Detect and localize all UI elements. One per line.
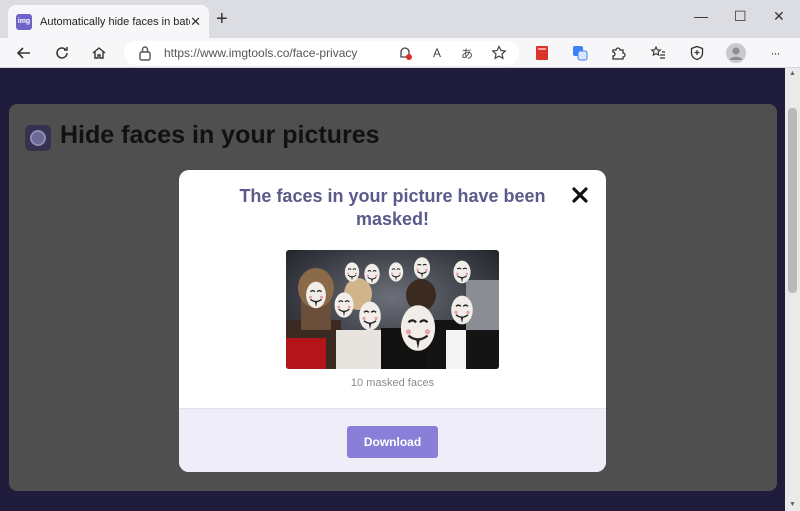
page-viewport: Hide faces in your pictures The faces in… (0, 68, 785, 511)
masked-result-dialog: The faces in your picture have been mask… (179, 170, 606, 472)
scroll-down-arrow-icon[interactable]: ▼ (785, 499, 800, 511)
dialog-footer: Download (179, 408, 606, 472)
scroll-up-arrow-icon[interactable]: ▲ (785, 68, 800, 80)
home-icon[interactable] (89, 43, 109, 63)
dialog-title: The faces in your picture have been mask… (239, 186, 546, 229)
read-aloud-icon[interactable]: A (428, 44, 446, 62)
browser-essentials-icon[interactable] (687, 43, 707, 63)
masked-photo-preview (286, 250, 499, 369)
address-bar[interactable]: A あ (124, 41, 519, 65)
translate-icon[interactable]: あ (458, 44, 476, 62)
download-button[interactable]: Download (347, 426, 438, 458)
translate-extension-icon[interactable] (570, 43, 590, 63)
scroll-thumb[interactable] (788, 108, 797, 293)
tab-title: Automatically hide faces in batch (40, 15, 190, 28)
imgtools-logo-icon (25, 125, 51, 151)
favorite-star-icon[interactable] (490, 44, 508, 62)
tab-close-icon[interactable]: ✕ (190, 14, 201, 30)
dialog-close-icon[interactable] (569, 184, 591, 206)
page-scrollbar[interactable]: ▲ ▼ (785, 68, 800, 511)
browser-tab[interactable]: img Automatically hide faces in batch ✕ (8, 5, 209, 38)
back-arrow-icon[interactable] (14, 43, 34, 63)
masked-faces-count: 10 masked faces (350, 377, 435, 389)
extensions-puzzle-icon[interactable] (608, 43, 628, 63)
refresh-icon[interactable] (52, 43, 72, 63)
profile-avatar-icon[interactable] (726, 43, 746, 63)
url-input[interactable] (164, 45, 394, 61)
maximize-icon[interactable]: ☐ (734, 8, 747, 25)
tracking-prevention-icon[interactable] (396, 44, 414, 62)
page-title: Hide faces in your pictures (60, 121, 380, 149)
minimize-icon[interactable]: — (694, 8, 708, 24)
browser-titlebar: img Automatically hide faces in batch ✕ … (0, 0, 800, 38)
site-favicon-icon: img (16, 13, 32, 30)
more-menu-icon[interactable]: ··· (765, 43, 785, 63)
window-close-icon[interactable]: ✕ (773, 8, 785, 25)
favorites-list-icon[interactable] (648, 43, 668, 63)
lock-icon[interactable] (138, 44, 152, 62)
collections-red-icon[interactable] (532, 43, 552, 63)
new-tab-icon[interactable]: + (216, 9, 228, 29)
browser-toolbar: A あ ··· (0, 38, 800, 68)
